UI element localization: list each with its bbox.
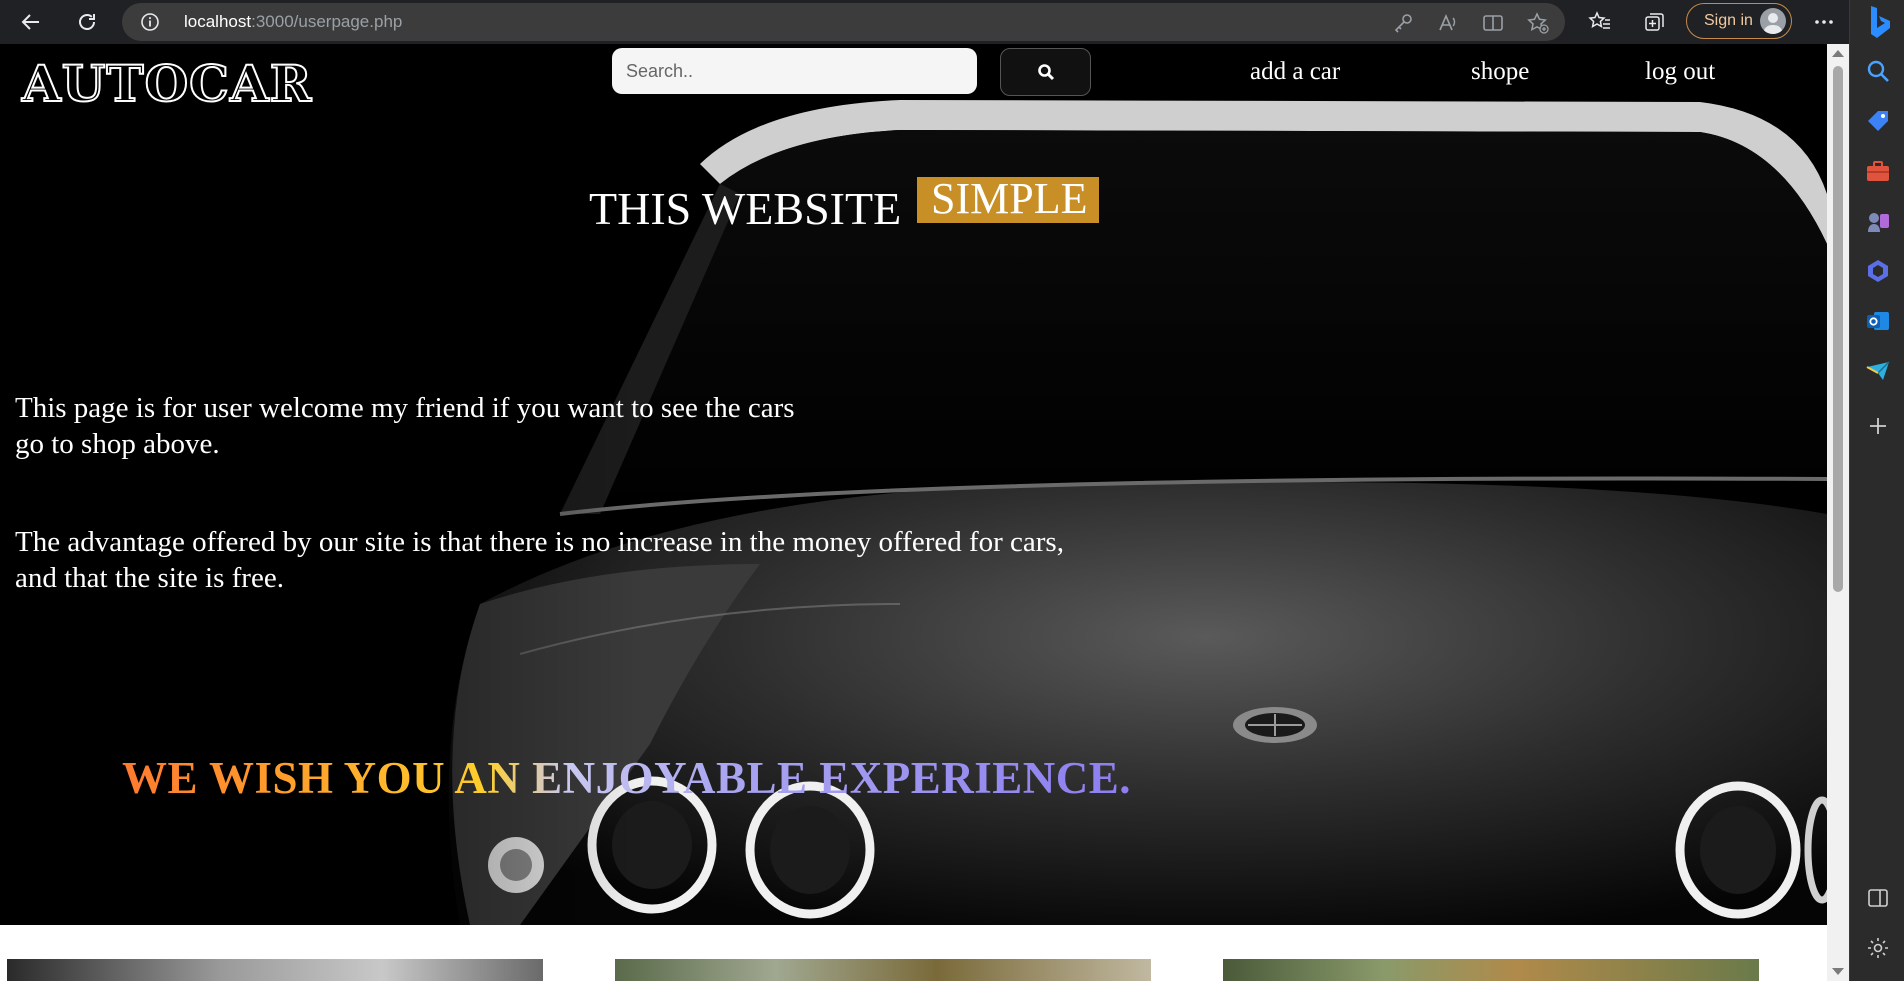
wish-banner: WE WISH YOU AN ENJOYABLE EXPERIENCE. [122, 753, 1132, 803]
intro-line-1: This page is for user welcome my friend … [15, 392, 795, 424]
advantage-line-1: The advantage offered by our site is tha… [15, 526, 1064, 558]
address-bar[interactable]: localhost:3000/userpage.php [122, 3, 1565, 41]
heading-this-website: THIS WEBSITE [589, 183, 902, 234]
url-text: localhost:3000/userpage.php [184, 12, 402, 32]
car-thumbnail-2[interactable] [615, 959, 1151, 981]
outlook-icon[interactable] [1865, 308, 1891, 334]
add-favorite-icon[interactable] [1527, 12, 1549, 34]
favorites-icon[interactable] [1588, 10, 1612, 34]
nav-add-a-car[interactable]: add a car [1250, 58, 1340, 86]
drop-icon[interactable] [1865, 358, 1891, 384]
search-button[interactable] [1000, 48, 1091, 96]
heading-simple-badge: SIMPLE [917, 177, 1100, 223]
nav-log-out[interactable]: log out [1645, 58, 1715, 86]
sign-in-label: Sign in [1704, 12, 1753, 29]
bing-icon[interactable] [1862, 4, 1894, 40]
edge-sidebar [1849, 0, 1904, 981]
car-thumbnail-1[interactable] [7, 959, 543, 981]
add-icon[interactable] [1865, 413, 1891, 439]
advantage-line-2: and that the site is free. [15, 562, 284, 594]
collections-icon[interactable] [1643, 10, 1667, 34]
nav-shope[interactable]: shope [1471, 58, 1529, 86]
site-logo[interactable]: AUTOCAR [21, 53, 312, 114]
sidebar-toggle-icon[interactable] [1865, 885, 1891, 911]
refresh-icon [79, 14, 95, 30]
back-button[interactable] [14, 6, 48, 38]
games-icon[interactable] [1865, 208, 1891, 234]
scroll-down-arrow[interactable] [1832, 968, 1844, 975]
hero-section: AUTOCAR add a car shope log out THIS WEB… [0, 44, 1827, 925]
search-icon [1038, 64, 1055, 81]
scroll-up-arrow[interactable] [1832, 50, 1844, 57]
settings-icon[interactable] [1865, 935, 1891, 961]
read-aloud-icon[interactable] [1437, 12, 1459, 34]
back-icon [21, 14, 39, 30]
scrollbar-thumb[interactable] [1833, 66, 1843, 592]
intro-paragraph: This page is for user welcome my friend … [15, 390, 795, 462]
sign-in-button[interactable]: Sign in [1686, 3, 1792, 39]
microsoft365-icon[interactable] [1865, 258, 1891, 284]
url-host: localhost [184, 12, 252, 31]
web-page: AUTOCAR add a car shope log out THIS WEB… [0, 44, 1827, 981]
avatar-icon [1760, 8, 1786, 34]
url-path: :3000/userpage.php [251, 12, 403, 31]
info-icon[interactable] [140, 12, 160, 32]
car-thumbnail-3[interactable] [1223, 959, 1759, 981]
key-icon[interactable] [1392, 12, 1414, 34]
more-icon[interactable] [1812, 10, 1836, 34]
search-icon[interactable] [1865, 58, 1891, 84]
advantage-paragraph: The advantage offered by our site is tha… [15, 524, 1064, 596]
split-screen-icon[interactable] [1482, 12, 1504, 34]
shopping-icon[interactable] [1865, 108, 1891, 134]
page-scrollbar[interactable] [1827, 44, 1849, 981]
refresh-button[interactable] [70, 6, 104, 38]
browser-toolbar: localhost:3000/userpage.php Sign in [0, 0, 1904, 44]
intro-line-2: go to shop above. [15, 428, 220, 460]
tools-icon[interactable] [1865, 158, 1891, 184]
search-input[interactable] [612, 48, 977, 94]
